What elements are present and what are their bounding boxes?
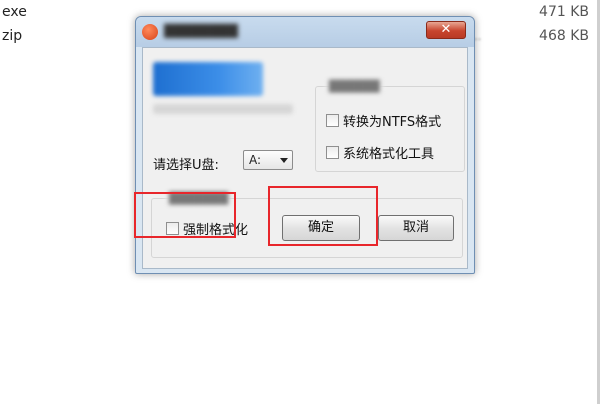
app-icon xyxy=(142,24,158,40)
options-group: ██████ 转换为NTFS格式 系统格式化工具 xyxy=(315,80,465,172)
file-size: 468 KB xyxy=(539,28,589,44)
blurred-subtitle xyxy=(153,104,293,114)
drive-select[interactable]: A: xyxy=(243,150,293,170)
system-tool-checkbox[interactable] xyxy=(326,146,339,159)
file-name: exe xyxy=(2,4,27,20)
ntfs-checkbox-row[interactable]: 转换为NTFS格式 xyxy=(326,111,442,130)
dialog-titlebar[interactable]: ████████ ✕ xyxy=(136,17,474,47)
file-name: zip xyxy=(2,28,23,44)
drive-select-value: A: xyxy=(249,153,262,167)
ntfs-label: 转换为NTFS格式 xyxy=(343,115,442,130)
file-size: 471 KB xyxy=(539,4,589,20)
highlight-ok-button xyxy=(268,186,378,246)
ntfs-checkbox[interactable] xyxy=(326,114,339,127)
system-tool-checkbox-row[interactable]: 系统格式化工具 xyxy=(326,143,435,162)
app-logo xyxy=(153,62,263,96)
options-group-title: ██████ xyxy=(326,80,383,93)
cancel-button[interactable]: 取消 xyxy=(378,215,454,241)
highlight-force-format xyxy=(134,192,236,238)
system-tool-label: 系统格式化工具 xyxy=(343,147,435,162)
dialog-title-blurred: ████████ xyxy=(164,24,238,38)
drive-label: 请选择U盘: xyxy=(153,158,219,173)
close-button[interactable]: ✕ xyxy=(426,21,466,39)
chevron-down-icon xyxy=(280,158,288,163)
